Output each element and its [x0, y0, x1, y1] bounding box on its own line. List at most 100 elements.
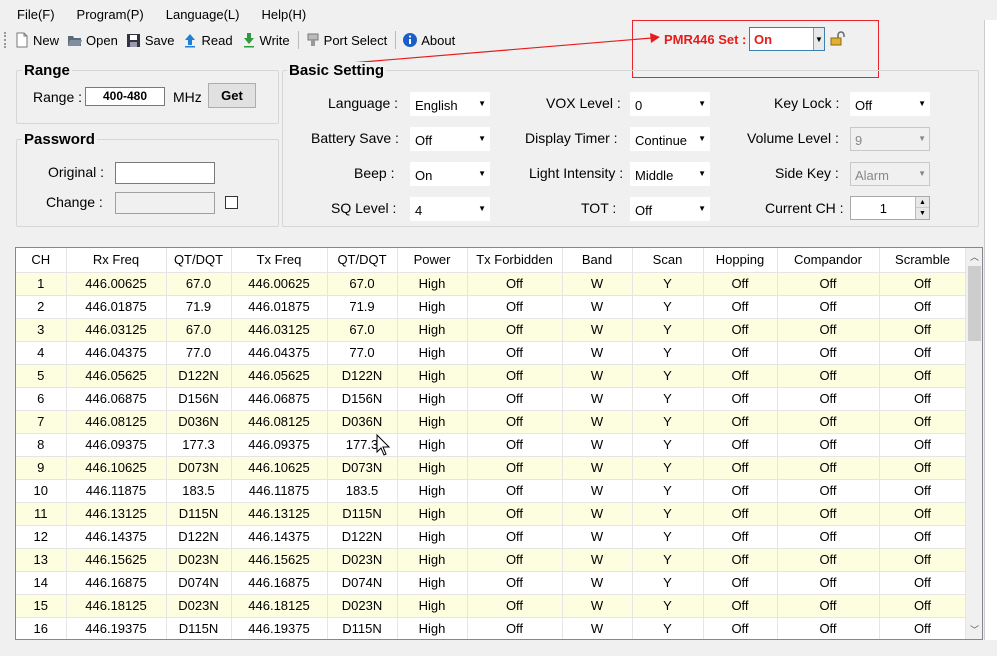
table-cell[interactable]: W	[562, 594, 633, 618]
table-cell[interactable]: 446.19375	[231, 617, 328, 639]
table-cell[interactable]: Off	[777, 456, 880, 480]
table-cell[interactable]: Off	[777, 410, 880, 434]
table-cell[interactable]: 12	[16, 525, 67, 549]
get-button[interactable]: Get	[208, 83, 256, 108]
save-button[interactable]: Save	[126, 32, 174, 48]
table-cell[interactable]: W	[562, 617, 633, 639]
table-cell[interactable]: Off	[879, 341, 967, 365]
table-cell[interactable]: 446.16875	[231, 571, 328, 595]
unlock-icon[interactable]	[829, 30, 845, 46]
table-cell[interactable]: 446.04375	[231, 341, 328, 365]
table-cell[interactable]: 77.0	[327, 341, 398, 365]
tot-select[interactable]: Off ▼	[630, 197, 710, 221]
language-select[interactable]: English ▼	[410, 92, 490, 116]
table-cell[interactable]: High	[397, 341, 468, 365]
column-header[interactable]: Band	[562, 248, 633, 273]
table-cell[interactable]: Off	[879, 571, 967, 595]
table-cell[interactable]: 14	[16, 571, 67, 595]
table-cell[interactable]: Off	[703, 364, 778, 388]
table-cell[interactable]: D122N	[166, 525, 232, 549]
table-cell[interactable]: Off	[703, 433, 778, 457]
table-row[interactable]: 15 446.18125 D023N 446.18125 D023N High Off W Y O…	[16, 594, 967, 618]
table-cell[interactable]: Off	[467, 272, 563, 296]
column-header[interactable]: Tx Forbidden	[467, 248, 563, 273]
table-cell[interactable]: Off	[467, 617, 563, 639]
table-cell[interactable]: Off	[879, 272, 967, 296]
table-cell[interactable]: 183.5	[327, 479, 398, 503]
table-cell[interactable]: 446.15625	[66, 548, 167, 572]
table-cell[interactable]: 446.08125	[231, 410, 328, 434]
table-cell[interactable]: Off	[777, 548, 880, 572]
table-cell[interactable]: Off	[467, 525, 563, 549]
table-cell[interactable]: Off	[879, 456, 967, 480]
table-cell[interactable]: 446.15625	[231, 548, 328, 572]
beep-select[interactable]: On ▼	[410, 162, 490, 186]
table-row[interactable]: 14 446.16875 D074N 446.16875 D074N High Off W Y O…	[16, 571, 967, 595]
table-cell[interactable]: Off	[467, 387, 563, 411]
table-cell[interactable]: Off	[879, 479, 967, 503]
table-cell[interactable]: Off	[467, 295, 563, 319]
table-row[interactable]: 7 446.08125 D036N 446.08125 D036N High Off W Y Of…	[16, 410, 967, 434]
table-cell[interactable]: 446.18125	[66, 594, 167, 618]
table-row[interactable]: 4 446.04375 77.0 446.04375 77.0 High Off W Y Off O…	[16, 341, 967, 365]
table-cell[interactable]: 13	[16, 548, 67, 572]
menu-language[interactable]: Language(L)	[166, 7, 240, 22]
write-button[interactable]: Write	[241, 32, 290, 48]
column-header[interactable]: Scan	[632, 248, 704, 273]
table-cell[interactable]: Off	[703, 479, 778, 503]
table-cell[interactable]: 446.01875	[231, 295, 328, 319]
table-cell[interactable]: Y	[632, 318, 704, 342]
light-intensity-select[interactable]: Middle ▼	[630, 162, 710, 186]
table-cell[interactable]: Off	[703, 410, 778, 434]
table-cell[interactable]: D073N	[327, 456, 398, 480]
table-cell[interactable]: 10	[16, 479, 67, 503]
table-cell[interactable]: Off	[703, 318, 778, 342]
table-cell[interactable]: Off	[703, 272, 778, 296]
table-cell[interactable]: Y	[632, 502, 704, 526]
table-cell[interactable]: Off	[777, 295, 880, 319]
table-cell[interactable]: High	[397, 571, 468, 595]
table-cell[interactable]: 2	[16, 295, 67, 319]
table-cell[interactable]: Off	[777, 502, 880, 526]
table-cell[interactable]: Off	[879, 525, 967, 549]
table-cell[interactable]: 1	[16, 272, 67, 296]
table-cell[interactable]: High	[397, 479, 468, 503]
table-cell[interactable]: Off	[703, 571, 778, 595]
table-cell[interactable]: 446.10625	[66, 456, 167, 480]
about-button[interactable]: About	[402, 32, 455, 48]
table-cell[interactable]: 446.10625	[231, 456, 328, 480]
table-cell[interactable]: Off	[703, 456, 778, 480]
read-button[interactable]: Read	[182, 32, 233, 48]
table-cell[interactable]: Off	[777, 571, 880, 595]
table-cell[interactable]: 67.0	[327, 318, 398, 342]
table-cell[interactable]: Off	[879, 502, 967, 526]
table-cell[interactable]: 15	[16, 594, 67, 618]
table-cell[interactable]: 446.14375	[66, 525, 167, 549]
key-lock-select[interactable]: Off ▼	[850, 92, 930, 116]
table-cell[interactable]: Off	[777, 525, 880, 549]
table-cell[interactable]: Off	[879, 594, 967, 618]
table-cell[interactable]: Y	[632, 548, 704, 572]
table-cell[interactable]: Off	[777, 594, 880, 618]
table-cell[interactable]: D023N	[166, 594, 232, 618]
table-cell[interactable]: 446.01875	[66, 295, 167, 319]
table-cell[interactable]: W	[562, 364, 633, 388]
table-cell[interactable]: High	[397, 617, 468, 639]
table-cell[interactable]: 446.16875	[66, 571, 167, 595]
table-row[interactable]: 11 446.13125 D115N 446.13125 D115N High Off W Y O…	[16, 502, 967, 526]
table-cell[interactable]: D115N	[327, 617, 398, 639]
display-timer-select[interactable]: Continue ▼	[630, 127, 710, 151]
table-cell[interactable]: W	[562, 456, 633, 480]
column-header[interactable]: Power	[397, 248, 468, 273]
table-cell[interactable]: Off	[467, 502, 563, 526]
table-cell[interactable]: Off	[467, 456, 563, 480]
table-cell[interactable]: High	[397, 594, 468, 618]
table-row[interactable]: 5 446.05625 D122N 446.05625 D122N High Off W Y Of…	[16, 364, 967, 388]
table-cell[interactable]: 446.00625	[231, 272, 328, 296]
table-cell[interactable]: D074N	[166, 571, 232, 595]
scroll-up-icon[interactable]: ︿	[966, 250, 982, 264]
table-cell[interactable]: Off	[467, 594, 563, 618]
vox-level-select[interactable]: 0 ▼	[630, 92, 710, 116]
table-cell[interactable]: Off	[879, 387, 967, 411]
table-cell[interactable]: 71.9	[166, 295, 232, 319]
